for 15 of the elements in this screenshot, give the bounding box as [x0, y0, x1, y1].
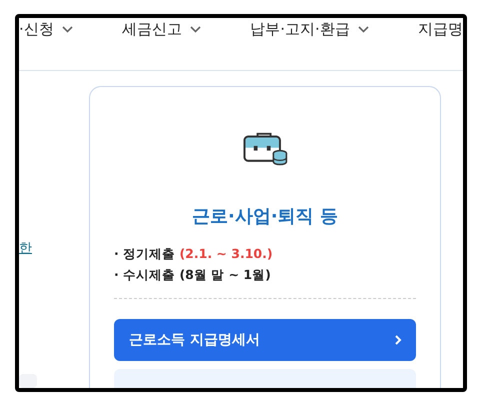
statement-button[interactable]: 근로소득 지급명세서 — [114, 319, 416, 362]
briefcase-coins-icon — [241, 131, 289, 166]
chip-background — [19, 374, 37, 388]
nav-menu-item[interactable]: 지급명 — [418, 20, 463, 39]
chevron-down-icon — [358, 26, 369, 33]
side-link[interactable]: 한 — [19, 239, 32, 257]
nav-menu-item[interactable]: 세금신고 — [122, 20, 201, 39]
nav-menu-item[interactable]: 납부·고지·환급 — [250, 20, 369, 39]
chevron-down-icon — [190, 26, 201, 33]
period-text: · 수시제출 (8월 말 ~ 1월) — [114, 267, 272, 284]
chevron-down-icon — [62, 26, 73, 33]
card-title: 근로·사업·퇴직 등 — [192, 205, 338, 228]
nav-menu-item[interactable]: ·신청 — [19, 20, 73, 39]
chevron-right-icon — [394, 334, 402, 346]
period-text: · 정기제출 (2.1. ~ 3.10.) — [114, 246, 274, 264]
